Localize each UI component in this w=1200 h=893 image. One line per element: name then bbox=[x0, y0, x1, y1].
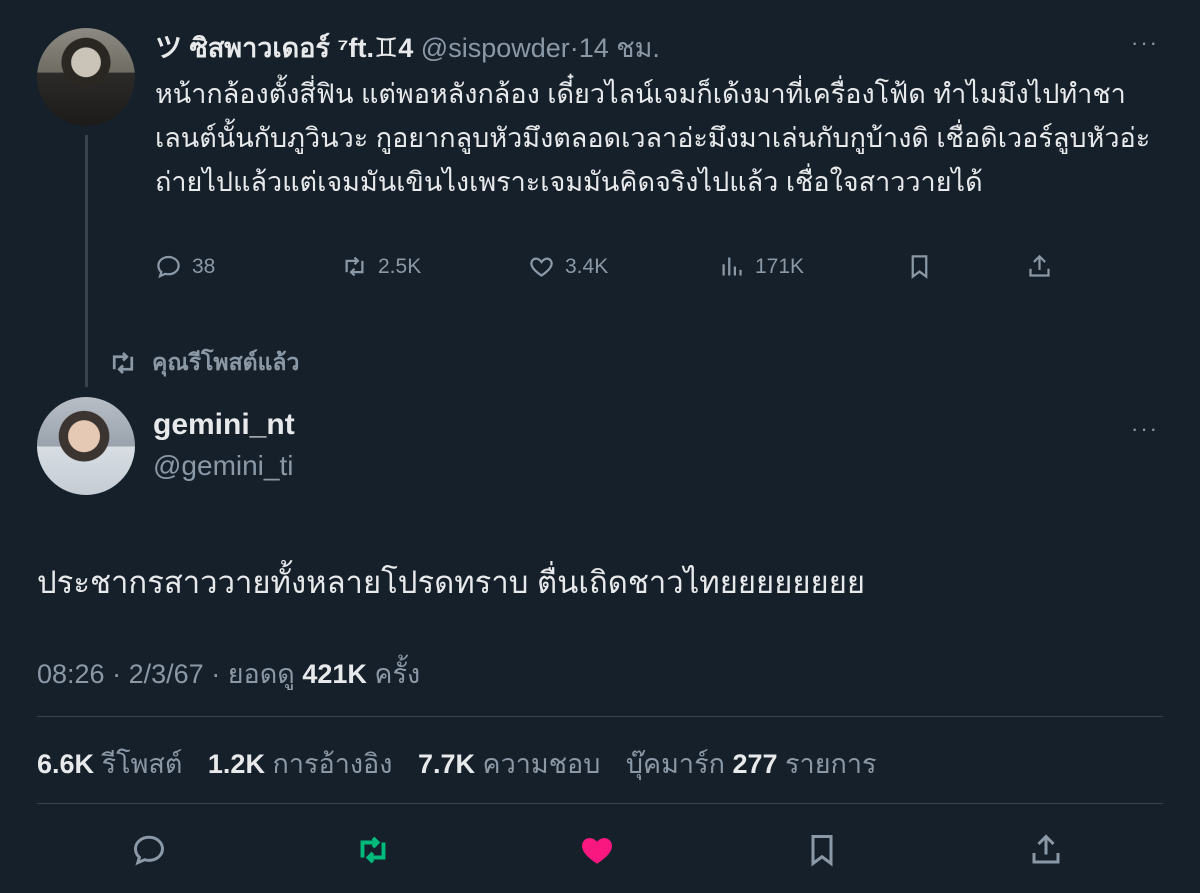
thread-line bbox=[85, 135, 88, 387]
bookmark-button[interactable] bbox=[906, 253, 933, 280]
avatar[interactable] bbox=[37, 397, 135, 495]
retweet-icon bbox=[360, 836, 386, 864]
handle[interactable]: @gemini_ti bbox=[153, 450, 293, 482]
retweet-count: 2.5K bbox=[378, 254, 422, 278]
timestamp[interactable]: 08:26 bbox=[37, 659, 105, 689]
separator: · bbox=[112, 659, 122, 689]
reply-button[interactable] bbox=[127, 828, 171, 872]
like-count: 3.4K bbox=[565, 254, 609, 278]
bookmarks-label: บุ๊คมาร์ก bbox=[625, 749, 725, 779]
bookmark-icon bbox=[811, 835, 833, 867]
divider bbox=[37, 803, 1163, 804]
bookmarks-count: 277 bbox=[732, 749, 778, 779]
retweet-icon bbox=[112, 352, 134, 374]
share-button[interactable] bbox=[1024, 828, 1068, 872]
timestamp[interactable]: 14 ชม. bbox=[579, 33, 660, 63]
separator: · bbox=[569, 33, 579, 63]
reposts-stat[interactable]: 6.6K รีโพสต์ bbox=[37, 749, 182, 779]
quotes-label: การอ้างอิง bbox=[272, 749, 393, 779]
retweet-button[interactable]: 2.5K bbox=[341, 253, 421, 280]
like-button[interactable]: 3.4K bbox=[528, 253, 608, 280]
likes-stat[interactable]: 7.7K ความชอบ bbox=[418, 749, 600, 779]
display-name[interactable]: ツ ซิสพาวเดอร์ ⁷ft.♊︎4 bbox=[155, 33, 413, 63]
share-icon bbox=[1032, 834, 1060, 864]
quotes-count: 1.2K bbox=[207, 749, 265, 779]
quotes-stat[interactable]: 1.2K การอ้างอิง bbox=[208, 749, 393, 779]
views-label: ยอดดู bbox=[227, 659, 295, 689]
views-suffix: ครั้ง bbox=[374, 659, 421, 689]
tweet-actions: 38 2.5K 3.4K 171K bbox=[155, 253, 1055, 293]
retweeted-label: คุณรีโพสต์แล้ว bbox=[152, 349, 300, 375]
reply-icon bbox=[157, 255, 180, 279]
bookmark-button[interactable] bbox=[800, 828, 844, 872]
date[interactable]: 2/3/67 bbox=[129, 659, 204, 689]
like-icon bbox=[530, 257, 553, 277]
display-name[interactable]: gemini_nt bbox=[153, 408, 295, 442]
tweet-text: หน้ากล้องตั้งสี่ฟิน แต่พอหลังกล้อง เดี๋ย… bbox=[155, 79, 1151, 197]
bookmark-icon bbox=[911, 255, 928, 279]
bottom-action-bar bbox=[37, 828, 1163, 874]
likes-label: ความชอบ bbox=[482, 749, 601, 779]
like-icon bbox=[582, 837, 612, 864]
reply-icon bbox=[133, 835, 165, 866]
reposts-count: 6.6K bbox=[37, 749, 95, 779]
reply-count: 38 bbox=[192, 254, 216, 278]
more-options-icon[interactable]: ··· bbox=[1131, 416, 1159, 442]
separator: · bbox=[211, 659, 221, 689]
views-button[interactable]: 171K bbox=[718, 253, 804, 280]
views-count: 421K bbox=[302, 659, 367, 689]
avatar[interactable] bbox=[37, 28, 135, 126]
more-options-icon[interactable]: ··· bbox=[1131, 30, 1159, 56]
tweet-meta: 08:26 · 2/3/67 · ยอดดู 421K ครั้ง bbox=[37, 652, 420, 695]
views-count: 171K bbox=[755, 254, 805, 278]
retweet-icon bbox=[345, 256, 364, 277]
reply-button[interactable]: 38 bbox=[155, 253, 215, 280]
likes-count: 7.7K bbox=[417, 749, 476, 779]
tweet-text: ประชากรสาววายทั้งหลายโปรดทราบ ตื่นเถิดชา… bbox=[37, 565, 866, 600]
reposts-label: รีโพสต์ bbox=[101, 749, 183, 779]
share-icon bbox=[1029, 254, 1050, 277]
share-button[interactable] bbox=[1026, 253, 1053, 280]
like-button[interactable] bbox=[575, 828, 619, 872]
bookmarks-suffix: รายการ bbox=[785, 749, 877, 779]
tweet-header: ツ ซิสพาวเดอร์ ⁷ft.♊︎4 @sispowder·14 ชม. bbox=[155, 26, 660, 69]
retweeted-banner: คุณรีโพสต์แล้ว bbox=[108, 345, 299, 381]
handle[interactable]: @sispowder bbox=[421, 33, 570, 63]
divider bbox=[37, 716, 1163, 717]
retweet-button[interactable] bbox=[351, 828, 395, 872]
views-icon bbox=[722, 257, 742, 276]
bookmarks-stat[interactable]: บุ๊คมาร์ก 277 รายการ bbox=[626, 749, 877, 779]
engagement-stats: 6.6K รีโพสต์ 1.2K การอ้างอิง 7.7K ความชอ… bbox=[37, 742, 895, 785]
